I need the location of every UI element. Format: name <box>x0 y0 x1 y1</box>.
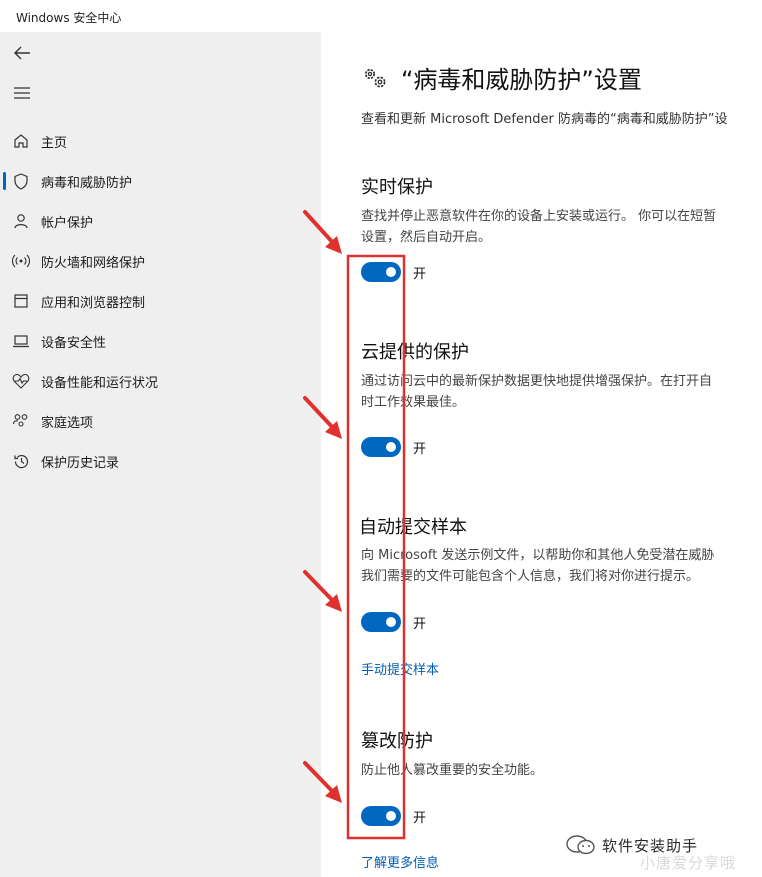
description-line: 通过访问云中的最新保护数据更快地提供增强保护。在打开自 <box>361 374 713 389</box>
learn-more-link[interactable]: 了解更多信息 <box>361 852 439 871</box>
description-line: 防止他人篡改重要的安全功能。 <box>361 763 544 778</box>
section-description: 通过访问云中的最新保护数据更快地提供增强保护。在打开自 时工作效果最佳。 <box>361 371 712 413</box>
description-line: 设置，然后自动开启。 <box>361 230 492 245</box>
tamper-protection-toggle-row: 开 <box>361 806 426 826</box>
window-title: Windows 安全中心 <box>16 11 122 25</box>
sidebar-item-label: 保护历史记录 <box>41 455 120 471</box>
sidebar-item-device-performance[interactable]: 设备性能和运行状况 <box>0 363 321 399</box>
sidebar: 主页 病毒和威胁防护 帐户保护 防火墙和网络保护 应用和浏览器控制 设备安全性 <box>0 32 321 877</box>
hamburger-menu-button[interactable] <box>10 83 34 103</box>
sidebar-item-firewall[interactable]: 防火墙和网络保护 <box>0 243 321 279</box>
sidebar-item-label: 防火墙和网络保护 <box>41 255 146 271</box>
toggle-state-label: 开 <box>413 810 427 826</box>
home-icon <box>12 132 30 150</box>
submit-sample-manually-link[interactable]: 手动提交样本 <box>361 659 439 678</box>
sidebar-item-label: 家庭选项 <box>41 415 94 431</box>
toggle-knob <box>386 267 396 277</box>
tamper-protection-toggle[interactable] <box>361 806 401 826</box>
sidebar-item-label: 应用和浏览器控制 <box>41 295 146 311</box>
realtime-protection-toggle-row: 开 <box>361 262 426 282</box>
sidebar-item-device-security[interactable]: 设备安全性 <box>0 323 321 359</box>
section-description: 查找并停止恶意软件在你的设备上安装或运行。 你可以在短暂 设置，然后自动开启。 <box>361 206 716 248</box>
description-line: 查找并停止恶意软件在你的设备上安装或运行。 你可以在短暂 <box>361 209 717 224</box>
heart-pulse-icon <box>12 372 30 390</box>
family-icon <box>12 412 30 430</box>
section-title-automatic-sample-submission: 自动提交样本 <box>359 517 467 538</box>
toggle-knob <box>386 811 396 821</box>
wechat-icon <box>566 835 595 855</box>
selected-indicator <box>3 172 6 190</box>
sidebar-item-label: 帐户保护 <box>41 215 94 231</box>
sidebar-item-label: 设备性能和运行状况 <box>41 375 159 391</box>
wifi-antenna-icon <box>12 252 30 270</box>
section-title-cloud-protection: 云提供的保护 <box>361 342 469 363</box>
sidebar-item-label: 主页 <box>41 135 68 151</box>
watermark-line-2: 小唐爱分享哦 <box>640 854 737 872</box>
toggle-state-label: 开 <box>413 266 427 282</box>
cloud-protection-toggle[interactable] <box>361 437 401 457</box>
sidebar-item-family-options[interactable]: 家庭选项 <box>0 403 321 439</box>
toggle-state-label: 开 <box>413 441 427 457</box>
sample-submission-toggle-row: 开 <box>361 612 426 632</box>
laptop-icon <box>12 332 30 350</box>
sidebar-item-virus-threat-protection[interactable]: 病毒和威胁防护 <box>0 163 321 199</box>
sidebar-item-account-protection[interactable]: 帐户保护 <box>0 203 321 239</box>
hamburger-icon <box>14 87 30 99</box>
toggle-knob <box>386 617 396 627</box>
page-title-text: “病毒和威胁防护”设置 <box>401 66 642 94</box>
section-title-realtime-protection: 实时保护 <box>361 177 433 198</box>
cloud-protection-toggle-row: 开 <box>361 437 426 457</box>
sidebar-item-label: 设备安全性 <box>41 335 107 351</box>
sample-submission-toggle[interactable] <box>361 612 401 632</box>
section-title-tamper-protection: 篡改防护 <box>361 731 433 752</box>
person-icon <box>12 212 30 230</box>
sidebar-item-app-browser-control[interactable]: 应用和浏览器控制 <box>0 283 321 319</box>
watermark: 软件安装助手 小唐爱分享哦 <box>566 834 735 872</box>
description-line: 时工作效果最佳。 <box>361 395 466 410</box>
page-title: “病毒和威胁防护”设置 <box>361 60 642 95</box>
description-line: 我们需要的文件可能包含个人信息，我们将对你进行提示。 <box>361 569 700 584</box>
section-description: 向 Microsoft 发送示例文件，以帮助你和其他人免受潜在威胁 我们需要的文… <box>361 545 714 587</box>
toggle-knob <box>386 442 396 452</box>
shield-icon <box>12 172 30 190</box>
app-window-icon <box>12 292 30 310</box>
gears-icon <box>365 68 386 87</box>
realtime-protection-toggle[interactable] <box>361 262 401 282</box>
back-arrow-icon <box>14 46 30 60</box>
history-icon <box>12 452 30 470</box>
sidebar-item-protection-history[interactable]: 保护历史记录 <box>0 443 321 479</box>
description-line: 向 Microsoft 发送示例文件，以帮助你和其他人免受潜在威胁 <box>361 548 715 563</box>
main-content: “病毒和威胁防护”设置 查看和更新 Microsoft Defender 防病毒… <box>321 32 762 877</box>
sidebar-item-home[interactable]: 主页 <box>0 123 321 159</box>
page-description: 查看和更新 Microsoft Defender 防病毒的“病毒和威胁防护”设 <box>361 112 728 127</box>
section-description: 防止他人篡改重要的安全功能。 <box>361 760 543 781</box>
back-button[interactable] <box>10 42 34 64</box>
toggle-state-label: 开 <box>413 616 427 632</box>
title-bar: Windows 安全中心 <box>0 0 762 32</box>
sidebar-item-label: 病毒和威胁防护 <box>41 175 133 191</box>
